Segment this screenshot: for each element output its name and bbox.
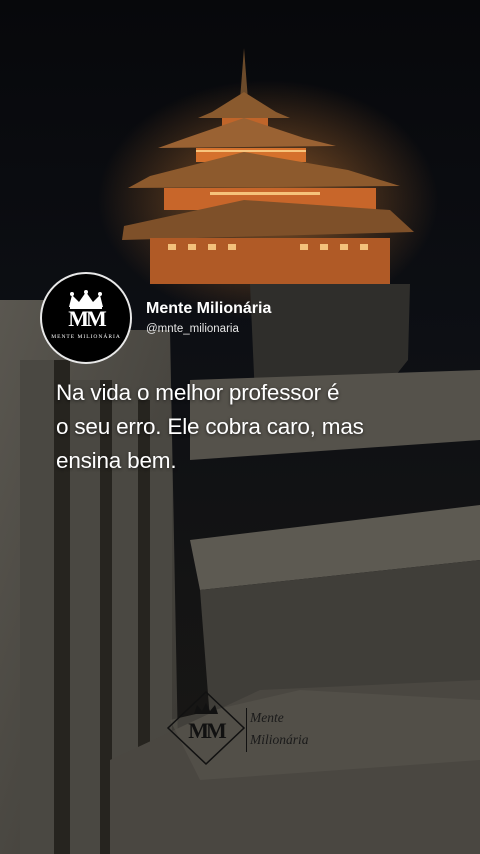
watermark-monogram: MM [188,718,227,743]
watermark-logo: MM Mente Milionária [166,690,326,766]
profile-header: MM MENTE MILIONÁRIA Mente Milionária @mn… [40,272,271,364]
watermark-divider [246,708,247,752]
avatar-monogram: MM [68,306,106,331]
post-text: Na vida o melhor professor é o seu erro.… [56,380,364,473]
user-handle[interactable]: @mnte_milionaria [146,321,271,337]
display-name[interactable]: Mente Milionária [146,299,271,319]
watermark-line2: Milionária [250,732,309,747]
avatar-subtitle: MENTE MILIONÁRIA [51,334,121,340]
avatar[interactable]: MM MENTE MILIONÁRIA [40,272,132,364]
watermark-line1: Mente [250,710,284,725]
profile-names: Mente Milionária @mnte_milionaria [146,299,271,337]
